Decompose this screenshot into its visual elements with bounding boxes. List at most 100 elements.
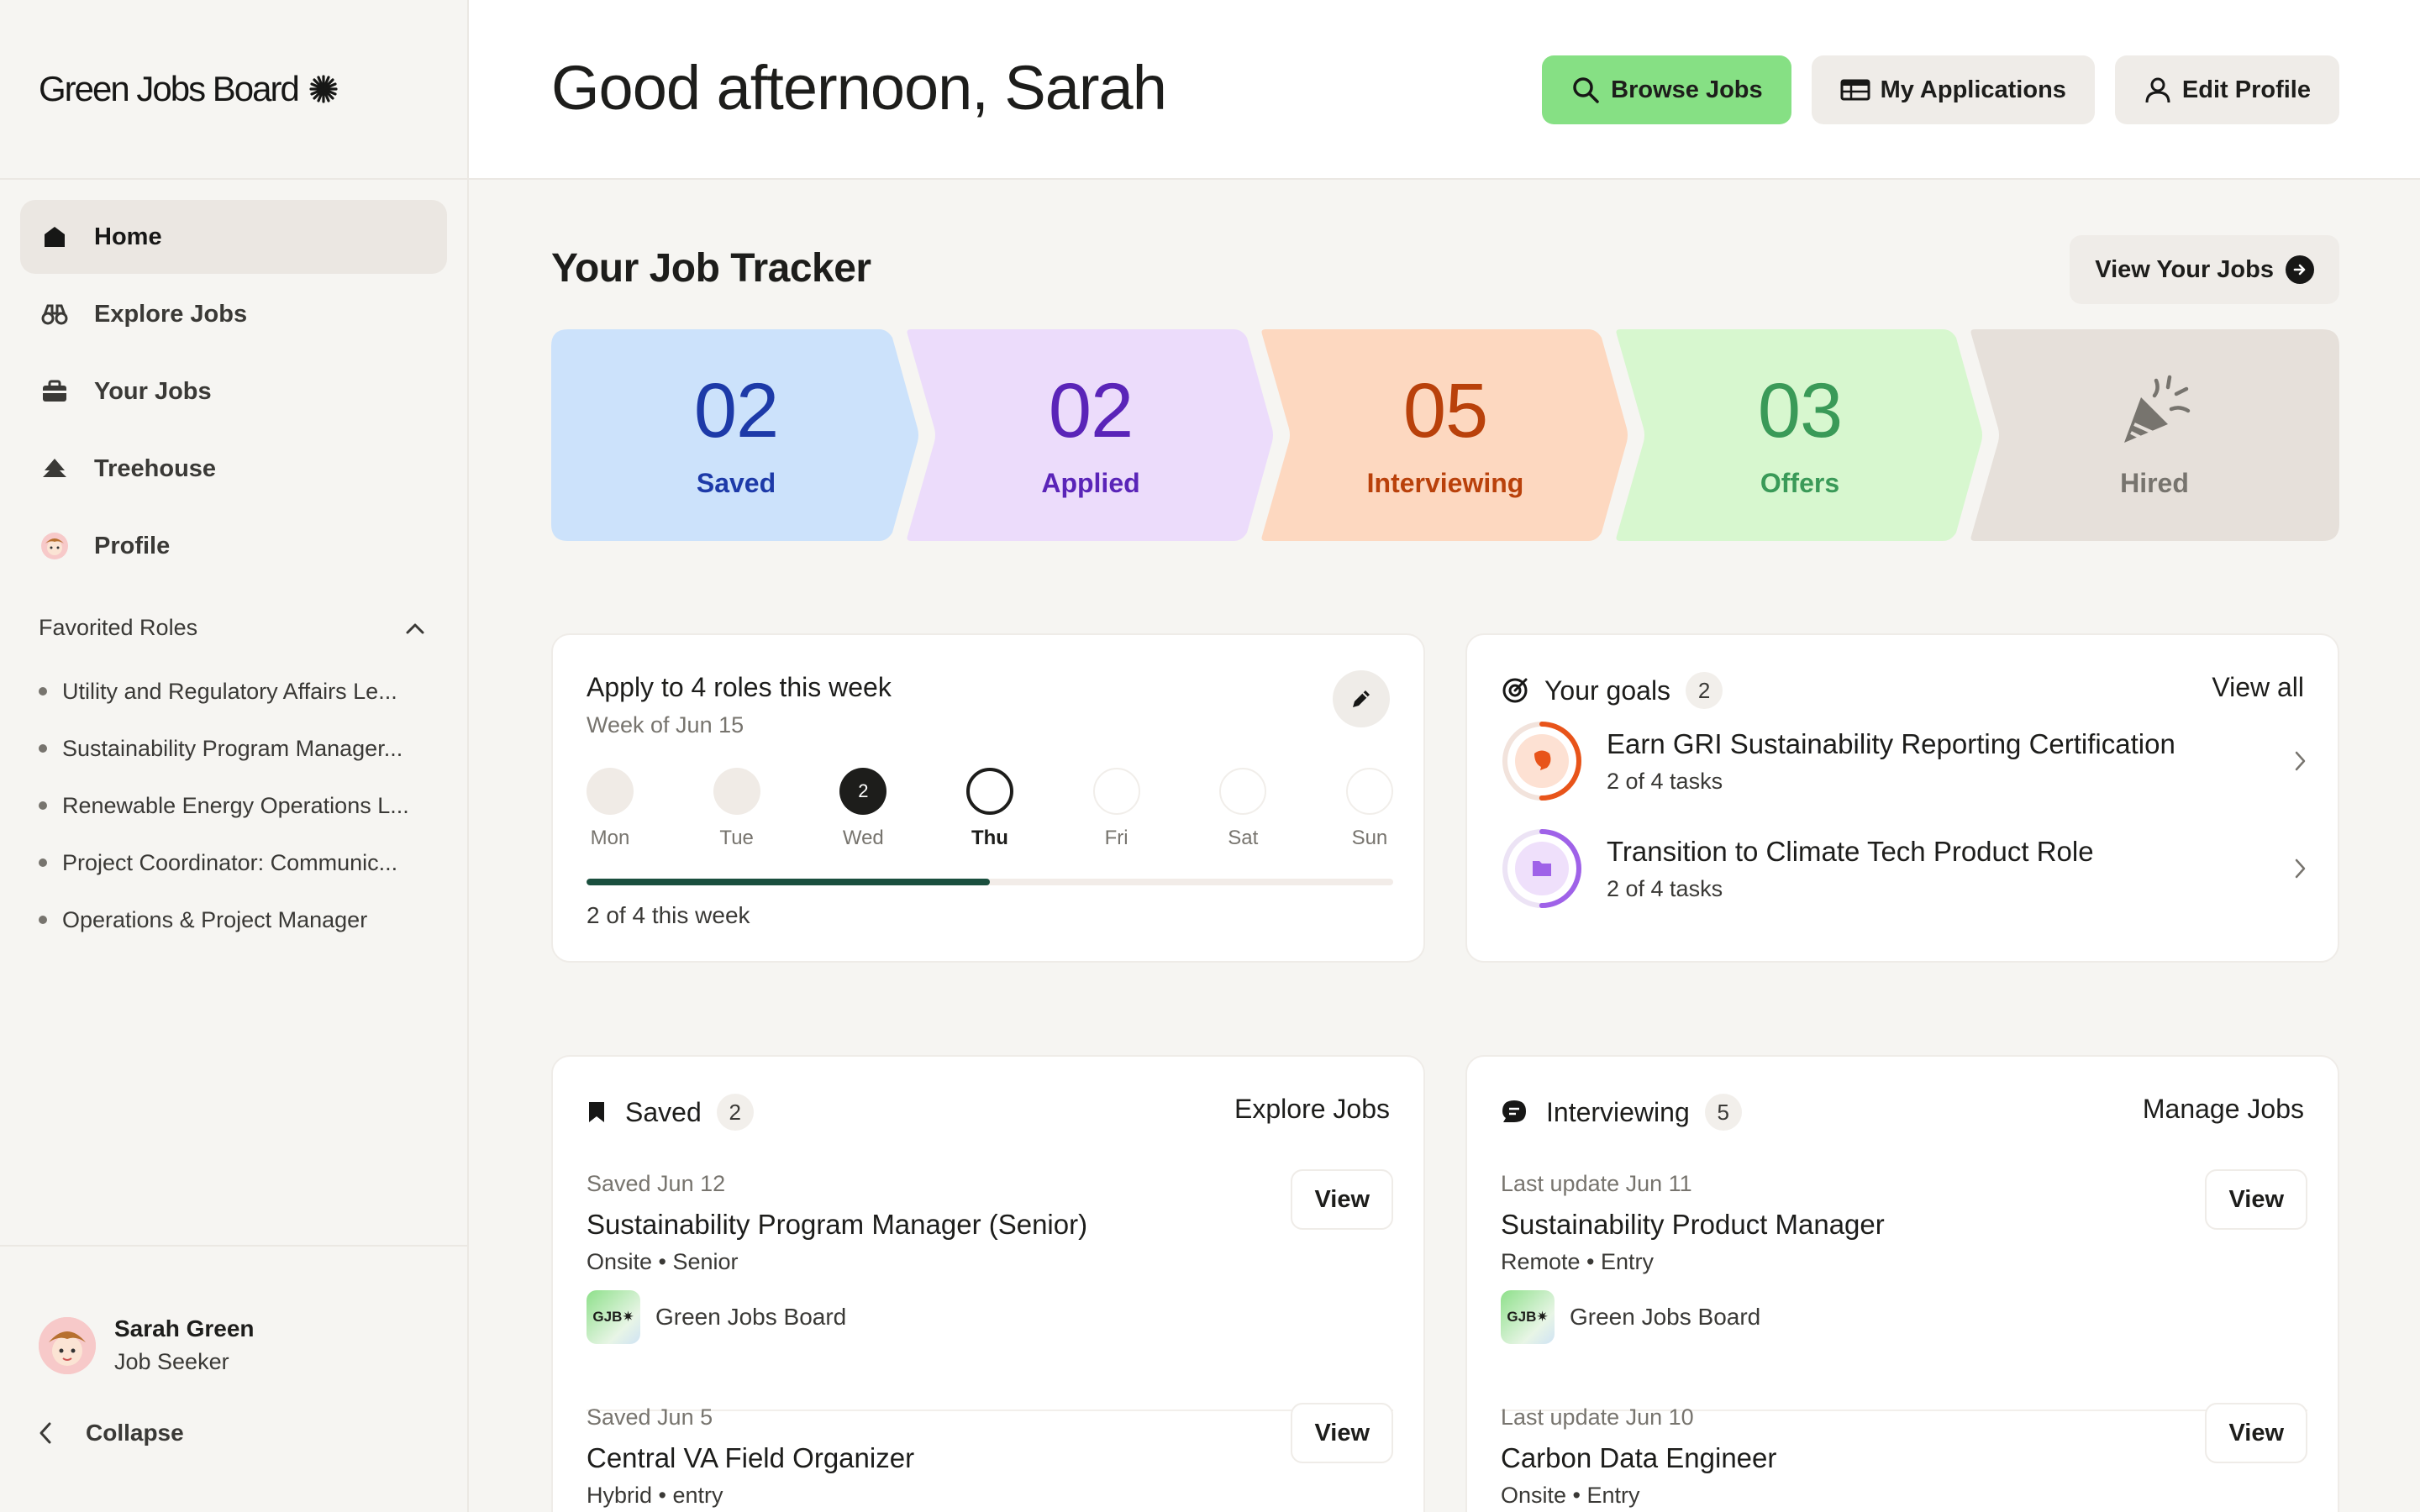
target-icon [1502, 678, 1528, 703]
stage-label: Applied [1041, 467, 1140, 498]
bullet-dot [39, 801, 47, 810]
view-job-button[interactable]: View [2205, 1403, 2307, 1463]
job-item[interactable]: Last update Jun 10 Carbon Data Engineer … [1501, 1403, 2307, 1509]
goal-row[interactable]: Transition to Climate Tech Product Role … [1501, 827, 2307, 911]
collapse-button[interactable]: Collapse [39, 1420, 184, 1446]
favorite-role-item[interactable]: Sustainability Program Manager... [39, 720, 467, 777]
search-icon [1573, 77, 1599, 103]
edit-profile-button[interactable]: Edit Profile [2114, 55, 2339, 124]
favorite-role-label: Renewable Energy Operations L... [62, 792, 409, 818]
view-all-goals-link[interactable]: View all [2212, 672, 2304, 703]
job-detail: Remote • Entry [1501, 1249, 1655, 1274]
goals-count-badge: 2 [1686, 672, 1723, 709]
weekly-goal-subtitle: Week of Jun 15 [587, 712, 744, 738]
day-sun[interactable]: Sun [1345, 768, 1393, 850]
goals-header: Your goals 2 [1501, 672, 1723, 709]
day-circle [587, 768, 634, 815]
stage-count: 02 [1048, 367, 1134, 454]
job-item[interactable]: Saved Jun 12 Sustainability Program Mana… [587, 1169, 1393, 1344]
day-tue[interactable]: Tue [713, 768, 760, 850]
day-mon[interactable]: Mon [587, 768, 634, 850]
explore-jobs-link[interactable]: Explore Jobs [1234, 1094, 1390, 1125]
browse-jobs-label: Browse Jobs [1611, 76, 1763, 103]
job-item[interactable]: Saved Jun 5 Central VA Field Organizer H… [587, 1403, 1393, 1509]
day-sat[interactable]: Sat [1219, 768, 1267, 850]
day-circle [965, 768, 1013, 815]
view-job-button[interactable]: View [1291, 1169, 1393, 1230]
bullet-dot [39, 858, 47, 867]
avatar [39, 1316, 96, 1374]
user-card[interactable]: Sarah Green Job Seeker [39, 1315, 255, 1375]
day-circle [713, 768, 760, 815]
goals-card: Your goals 2 View all Earn GRI Sustainab… [1465, 633, 2339, 963]
stage-label: Hired [2120, 467, 2189, 498]
weekly-progress-bar [587, 879, 1393, 885]
day-circle [1345, 768, 1393, 815]
job-title: Central VA Field Organizer [587, 1442, 915, 1473]
sidebar-item-label: Profile [94, 532, 171, 559]
goal-row[interactable]: Earn GRI Sustainability Reporting Certif… [1501, 719, 2307, 803]
manage-jobs-link[interactable]: Manage Jobs [2143, 1094, 2304, 1125]
job-detail: Hybrid • entry [587, 1483, 723, 1508]
favorite-role-label: Project Coordinator: Communic... [62, 849, 398, 875]
view-job-button[interactable]: View [1291, 1403, 1393, 1463]
tracker-stage-interviewing[interactable]: 05 Interviewing [1260, 329, 1630, 541]
tracker-stage-applied[interactable]: 02 Applied [906, 329, 1276, 541]
day-fri[interactable]: Fri [1092, 768, 1140, 850]
favorite-role-item[interactable]: Utility and Regulatory Affairs Le... [39, 663, 467, 720]
top-actions: Browse Jobs My Applications Edit Profile [1542, 55, 2339, 124]
page-title: Good afternoon, Sarah [551, 53, 1167, 123]
day-label: Sat [1228, 827, 1259, 849]
job-title: Sustainability Product Manager [1501, 1209, 1885, 1240]
favorite-role-item[interactable]: Operations & Project Manager [39, 891, 467, 948]
sidebar-item-profile[interactable]: Profile [20, 509, 447, 583]
view-job-button[interactable]: View [2205, 1169, 2307, 1230]
sidebar-item-home[interactable]: Home [20, 200, 447, 274]
day-label: Fri [1104, 827, 1128, 849]
job-meta: Saved Jun 12 [587, 1171, 726, 1196]
goal-progress-ring [1502, 722, 1581, 801]
sidebar-item-label: Your Jobs [94, 377, 212, 405]
sidebar-item-your-jobs[interactable]: Your Jobs [20, 354, 447, 428]
favorited-roles-header[interactable]: Favorited Roles [0, 615, 467, 641]
my-applications-button[interactable]: My Applications [1811, 55, 2095, 124]
day-label: Mon [590, 827, 630, 849]
job-meta: Last update Jun 10 [1501, 1404, 1694, 1430]
chevron-up-icon[interactable] [405, 622, 425, 635]
table-icon [1840, 79, 1870, 101]
day-thu[interactable]: Thu [965, 768, 1013, 850]
favorite-role-item[interactable]: Project Coordinator: Communic... [39, 834, 467, 891]
tree-icon [40, 454, 69, 483]
user-name: Sarah Green [114, 1315, 255, 1341]
brand-logo[interactable]: Green Jobs Board [0, 0, 467, 180]
goal-title: Earn GRI Sustainability Reporting Certif… [1607, 727, 2175, 759]
edit-goal-button[interactable] [1333, 670, 1390, 727]
chevron-right-icon [2295, 751, 2306, 771]
tracker-stage-saved[interactable]: 02 Saved [551, 329, 921, 541]
stage-count: 02 [693, 367, 779, 454]
my-applications-label: My Applications [1880, 76, 2066, 103]
job-item[interactable]: Last update Jun 11 Sustainability Produc… [1501, 1169, 2307, 1344]
sidebar-item-explore-jobs[interactable]: Explore Jobs [20, 277, 447, 351]
browse-jobs-button[interactable]: Browse Jobs [1542, 55, 1791, 124]
view-your-jobs-button[interactable]: View Your Jobs [2070, 235, 2339, 304]
stage-label: Offers [1760, 467, 1840, 498]
saved-jobs-card: Saved 2 Explore Jobs Saved Jun 12 Sustai… [551, 1055, 1425, 1512]
saved-jobs-header: Saved 2 [587, 1094, 754, 1131]
goal-subtitle: 2 of 4 tasks [1607, 768, 1723, 794]
favorite-role-label: Utility and Regulatory Affairs Le... [62, 678, 397, 704]
briefcase-icon [40, 377, 69, 406]
interviewing-header: Interviewing 5 [1501, 1094, 1742, 1131]
stage-label: Saved [696, 467, 776, 498]
tracker-stage-hired[interactable]: Hired [1970, 329, 2339, 541]
job-tracker-title: Your Job Tracker [551, 246, 871, 291]
arrow-right-icon [2286, 255, 2314, 284]
favorite-role-item[interactable]: Renewable Energy Operations L... [39, 777, 467, 834]
favorited-roles-list: Utility and Regulatory Affairs Le... Sus… [0, 663, 467, 948]
sidebar: Green Jobs Board Home Explore Jobs Your … [0, 0, 469, 1512]
sidebar-item-treehouse[interactable]: Treehouse [20, 432, 447, 506]
day-wed[interactable]: 2 Wed [839, 768, 887, 850]
home-icon [40, 223, 69, 251]
bookmark-icon [589, 1102, 604, 1122]
tracker-stage-offers[interactable]: 03 Offers [1615, 329, 1985, 541]
